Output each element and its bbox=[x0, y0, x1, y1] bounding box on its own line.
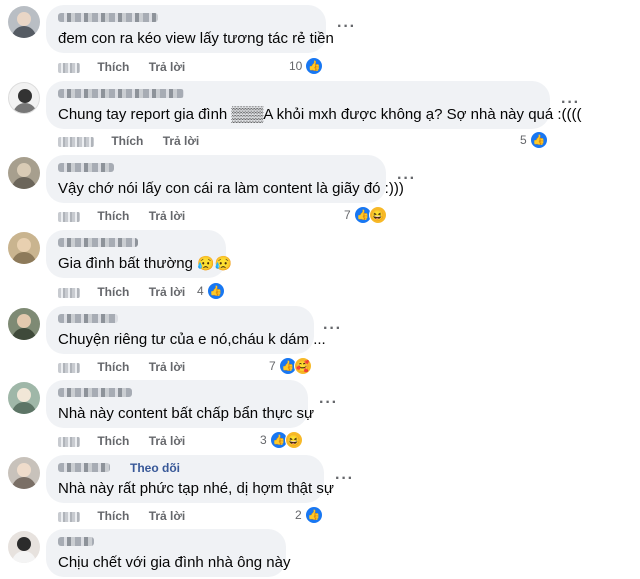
comment-text: Chịu chết với gia đình nhà ông này bbox=[58, 554, 291, 571]
timestamp-redacted[interactable] bbox=[58, 436, 80, 447]
comment-bubble: Theo dõi Nhà này rất phức tạp nhé, dị hợ… bbox=[46, 455, 334, 503]
timestamp-redacted[interactable] bbox=[58, 211, 80, 222]
reaction-count: 5 bbox=[520, 133, 527, 147]
reaction-summary[interactable]: 4 👍 bbox=[197, 282, 225, 300]
care-reaction-icon: 🥰 bbox=[293, 357, 312, 375]
haha-reaction-icon: 😆 bbox=[284, 431, 303, 449]
more-options-icon[interactable]: ··· bbox=[323, 320, 342, 338]
avatar[interactable] bbox=[8, 232, 40, 264]
comment-text: Nhà này rất phức tạp nhé, dị hợm thật sự bbox=[58, 480, 334, 497]
timestamp-redacted[interactable] bbox=[58, 511, 80, 522]
author-name-redacted[interactable] bbox=[58, 13, 158, 22]
comment-bubble: Chuyện riêng tư của e nó,cháu k dám ... bbox=[46, 306, 326, 354]
comment-actions: Thích Trả lời bbox=[58, 209, 201, 223]
avatar[interactable] bbox=[8, 6, 40, 38]
author-name-redacted[interactable] bbox=[58, 89, 184, 98]
author-name-redacted[interactable] bbox=[58, 537, 94, 546]
reaction-count: 2 bbox=[295, 508, 302, 522]
haha-reaction-icon: 😆 bbox=[368, 206, 387, 224]
comment-bubble: Chung tay report gia đình ▒▒▒A khỏi mxh … bbox=[46, 81, 582, 129]
timestamp-redacted[interactable] bbox=[58, 62, 80, 73]
like-reaction-icon: 👍 bbox=[206, 282, 225, 300]
reaction-summary[interactable]: 7 👍 🥰 bbox=[269, 357, 312, 375]
comment-actions: Thích Trả lời bbox=[58, 134, 215, 148]
like-reaction-icon: 👍 bbox=[305, 57, 324, 75]
reaction-count: 3 bbox=[260, 433, 267, 447]
more-options-icon[interactable]: ··· bbox=[397, 170, 416, 188]
reply-button[interactable]: Trả lời bbox=[149, 509, 186, 523]
sad-emoji-icon: 😥😥 bbox=[197, 255, 233, 271]
author-name-redacted[interactable] bbox=[58, 388, 132, 397]
comment-text-body: Gia đình bất thường bbox=[58, 255, 193, 272]
like-button[interactable]: Thích bbox=[97, 434, 129, 448]
reaction-count: 7 bbox=[344, 208, 351, 222]
comment-text: Gia đình bất thường 😥😥 bbox=[58, 254, 232, 273]
like-reaction-icon: 👍 bbox=[304, 506, 323, 524]
more-options-icon[interactable]: ··· bbox=[335, 470, 354, 488]
author-name-redacted[interactable] bbox=[58, 163, 114, 172]
more-options-icon[interactable]: ··· bbox=[561, 94, 580, 112]
reply-button[interactable]: Trả lời bbox=[163, 134, 200, 148]
timestamp-redacted[interactable] bbox=[58, 287, 80, 298]
comment-bubble: Gia đình bất thường 😥😥 bbox=[46, 230, 232, 278]
comment-text: Chuyện riêng tư của e nó,cháu k dám ... bbox=[58, 331, 326, 348]
comment-actions: Thích Trả lời bbox=[58, 509, 201, 523]
author-name-redacted[interactable] bbox=[58, 463, 110, 472]
like-button[interactable]: Thích bbox=[97, 509, 129, 523]
avatar[interactable] bbox=[8, 531, 40, 563]
follow-link[interactable]: Theo dõi bbox=[130, 461, 180, 475]
timestamp-redacted[interactable] bbox=[58, 362, 80, 373]
reaction-summary[interactable]: 7 👍 😆 bbox=[344, 206, 387, 224]
like-button[interactable]: Thích bbox=[97, 209, 129, 223]
author-name-redacted[interactable] bbox=[58, 238, 138, 247]
reaction-summary[interactable]: 3 👍 😆 bbox=[260, 431, 303, 449]
reply-button[interactable]: Trả lời bbox=[149, 285, 186, 299]
comment-bubble: Chịu chết với gia đình nhà ông này bbox=[46, 529, 291, 577]
like-button[interactable]: Thích bbox=[97, 60, 129, 74]
comment-text: Vậy chớ nói lấy con cái ra làm content l… bbox=[58, 180, 404, 197]
reply-button[interactable]: Trả lời bbox=[149, 60, 186, 74]
comment-bubble: Nhà này content bất chấp bẩn thực sự bbox=[46, 380, 314, 428]
more-options-icon[interactable]: ··· bbox=[337, 18, 356, 36]
more-options-icon[interactable]: ··· bbox=[319, 394, 338, 412]
reaction-count: 7 bbox=[269, 359, 276, 373]
like-reaction-icon: 👍 bbox=[529, 131, 548, 149]
reply-button[interactable]: Trả lời bbox=[149, 360, 186, 374]
comment-actions: Thích Trả lời bbox=[58, 60, 201, 74]
reaction-summary[interactable]: 2 👍 bbox=[295, 506, 323, 524]
reaction-count: 10 bbox=[289, 59, 303, 73]
author-name-redacted[interactable] bbox=[58, 314, 118, 323]
avatar[interactable] bbox=[8, 157, 40, 189]
comment-actions: Thích Trả lời bbox=[58, 434, 201, 448]
like-button[interactable]: Thích bbox=[111, 134, 143, 148]
comment-bubble: Vậy chớ nói lấy con cái ra làm content l… bbox=[46, 155, 404, 203]
reply-button[interactable]: Trả lời bbox=[149, 434, 186, 448]
reaction-summary[interactable]: 5 👍 bbox=[520, 131, 548, 149]
avatar[interactable] bbox=[8, 82, 40, 114]
like-button[interactable]: Thích bbox=[97, 360, 129, 374]
reaction-summary[interactable]: 10 👍 bbox=[289, 57, 324, 75]
timestamp-redacted[interactable] bbox=[58, 136, 94, 147]
comment-actions: Thích Trả lời bbox=[58, 360, 201, 374]
comment-text: Chung tay report gia đình ▒▒▒A khỏi mxh … bbox=[58, 106, 582, 123]
comment-text: Nhà này content bất chấp bẩn thực sự bbox=[58, 405, 315, 422]
reaction-count: 4 bbox=[197, 284, 204, 298]
comment-bubble: đem con ra kéo view lấy tương tác rẻ tiề… bbox=[46, 5, 334, 53]
comment-text: đem con ra kéo view lấy tương tác rẻ tiề… bbox=[58, 30, 334, 47]
avatar[interactable] bbox=[8, 308, 40, 340]
avatar[interactable] bbox=[8, 382, 40, 414]
avatar[interactable] bbox=[8, 457, 40, 489]
like-button[interactable]: Thích bbox=[97, 285, 129, 299]
reply-button[interactable]: Trả lời bbox=[149, 209, 186, 223]
comment-actions: Thích Trả lời bbox=[58, 285, 201, 299]
